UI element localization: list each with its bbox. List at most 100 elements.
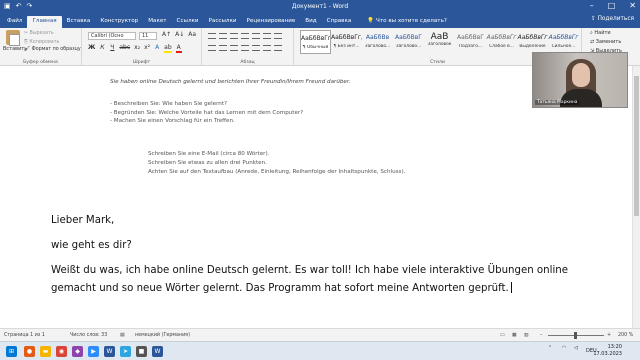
letter-question: wie geht es dir? [51, 240, 132, 251]
window-title: Документ1 - Word [291, 3, 349, 10]
tab-review[interactable]: Рецензирование [242, 16, 301, 28]
justify-icon[interactable] [241, 45, 249, 51]
text-effects-icon[interactable]: A [154, 44, 160, 53]
tab-references[interactable]: Ссылки [172, 16, 204, 28]
shrink-font-icon[interactable]: A↓ [175, 31, 184, 38]
task-points: - Beschreiben Sie: Wie haben Sie gelernt… [110, 100, 303, 126]
font-name-select[interactable]: Calibri (Осно [88, 32, 136, 40]
tab-mailings[interactable]: Рассылки [204, 16, 242, 28]
line-spacing-icon[interactable] [252, 45, 260, 51]
style-subtitle[interactable]: АаБбВвГ Подзаго... [455, 30, 486, 54]
web-layout-icon[interactable]: ▥ [524, 333, 529, 338]
person-body [560, 89, 602, 107]
decrease-indent-icon[interactable] [241, 33, 249, 39]
style-heading-1[interactable]: АаБбВв Заголово... [362, 30, 393, 54]
italic-icon[interactable]: К [99, 44, 105, 53]
align-center-icon[interactable] [219, 45, 227, 51]
volume-icon[interactable]: ◁ [574, 345, 578, 351]
zoom-in-icon[interactable]: + [607, 333, 611, 338]
minimize-button[interactable]: – [590, 1, 594, 10]
style-emphasis[interactable]: АаБбВвГг Выделение [517, 30, 548, 54]
align-right-icon[interactable] [230, 45, 238, 51]
tab-view[interactable]: Вид [300, 16, 321, 28]
tab-home[interactable]: Главная [27, 16, 62, 28]
grow-font-icon[interactable]: A↑ [162, 31, 171, 38]
video-call-icon[interactable]: ▶ [88, 346, 99, 357]
align-left-icon[interactable] [208, 45, 216, 51]
paste-button[interactable]: Вставить [3, 30, 27, 52]
start-icon[interactable]: ⊞ [6, 346, 17, 357]
status-bar: Страница 1 из 1 Число слов: 33 ▤ немецки… [0, 328, 640, 341]
tray-chevron-icon[interactable]: ⌃ [548, 345, 552, 351]
maximize-button[interactable]: □ [608, 1, 616, 10]
clipboard-group-label: Буфер обмена [23, 60, 58, 65]
style-title[interactable]: АаВ Заголовок [424, 30, 455, 54]
show-marks-icon[interactable] [274, 33, 282, 39]
bold-icon[interactable]: Ж [88, 44, 95, 53]
word-icon[interactable]: W [152, 346, 163, 357]
vertical-scrollbar[interactable] [632, 66, 640, 328]
paragraph-group: Абзац [202, 28, 294, 66]
network-icon[interactable]: ◠ [562, 345, 566, 351]
cut-button[interactable]: ✂ Вырезать [24, 31, 54, 36]
style-normal[interactable]: АаБбВвГг, ¶ Обычный [300, 30, 331, 54]
format-painter-button[interactable]: 🖌 Формат по образцу [24, 47, 81, 52]
tab-design[interactable]: Конструктор [95, 16, 143, 28]
ribbon-tabs: Файл Главная Вставка Конструктор Макет С… [0, 14, 640, 28]
style-no-spacing[interactable]: АаБбВвГг, ¶ Без инт... [331, 30, 362, 54]
instruction-line: Achten Sie auf den Textaufbau (Anrede, E… [148, 169, 406, 175]
app-icon[interactable]: ◆ [72, 346, 83, 357]
font-size-select[interactable]: 11 [139, 32, 157, 40]
close-button[interactable]: ✕ [629, 1, 636, 10]
zoom-slider-knob[interactable] [574, 332, 577, 339]
scrollbar-thumb[interactable] [634, 76, 639, 216]
browser-icon[interactable]: ◉ [56, 346, 67, 357]
highlight-icon[interactable]: ab [164, 44, 172, 53]
language-indicator[interactable]: немецкий (Германия) [135, 333, 190, 338]
increase-indent-icon[interactable] [252, 33, 260, 39]
tab-file[interactable]: Файл [2, 16, 27, 28]
proofing-icon[interactable]: ▤ [120, 333, 125, 338]
style-subtle-emphasis[interactable]: АаБбВвГг Слабое в... [486, 30, 517, 54]
zoom-out-icon[interactable]: – [540, 333, 542, 338]
instruction-line: Schreiben Sie eine E-Mail (circa 80 Wört… [148, 151, 270, 157]
letter-paragraph-line-last: gemacht und so neue Wörter gelernt. Das … [51, 282, 512, 294]
font-color-icon[interactable]: A [175, 44, 182, 53]
strikethrough-icon[interactable]: abc [119, 44, 130, 53]
replace-button[interactable]: ⇄ Заменить [590, 39, 621, 45]
subscript-icon[interactable]: x₂ [134, 44, 140, 53]
style-intense-emphasis[interactable]: АаБбВвГг Сильное... [548, 30, 579, 54]
page-count[interactable]: Страница 1 из 1 [4, 333, 45, 338]
change-case-icon[interactable]: Aa [188, 31, 196, 38]
app-icon[interactable]: ● [24, 346, 35, 357]
superscript-icon[interactable]: x² [144, 44, 150, 53]
telegram-icon[interactable]: ➤ [120, 346, 131, 357]
tab-help[interactable]: Справка [322, 16, 357, 28]
explorer-icon[interactable]: ▬ [40, 346, 51, 357]
bullets-icon[interactable] [208, 33, 216, 39]
tab-insert[interactable]: Вставка [62, 16, 96, 28]
style-heading-2[interactable]: АаБбВвГ Заголово... [393, 30, 424, 54]
share-button[interactable]: ⇪ Поделиться [591, 16, 634, 22]
borders-icon[interactable] [274, 45, 282, 51]
word-count[interactable]: Число слов: 33 [70, 333, 107, 338]
tab-layout[interactable]: Макет [143, 16, 171, 28]
shading-icon[interactable] [263, 45, 271, 51]
zoom-level[interactable]: 200 % [618, 333, 633, 338]
tell-me-search[interactable]: 💡 Что вы хотите сделать? [362, 16, 452, 28]
sort-icon[interactable] [263, 33, 271, 39]
word-icon[interactable]: W [104, 346, 115, 357]
numbering-icon[interactable] [219, 33, 227, 39]
task-instructions: Schreiben Sie eine E-Mail (circa 80 Wört… [148, 150, 405, 177]
window-controls: – □ ✕ [590, 1, 636, 10]
paragraph-group-label: Абзац [240, 60, 255, 65]
app-icon[interactable]: ■ [136, 346, 147, 357]
multilevel-list-icon[interactable] [230, 33, 238, 39]
title-bar: ▣ ↶ ↷ Документ1 - Word – □ ✕ [0, 0, 640, 14]
underline-icon[interactable]: Ч [109, 44, 115, 53]
read-mode-icon[interactable]: ▭ [500, 333, 505, 338]
find-button[interactable]: ⌕ Найти [590, 30, 611, 36]
clock[interactable]: 13:20 17.03.2023 [593, 344, 622, 358]
print-layout-icon[interactable]: ▦ [512, 333, 517, 338]
copy-button[interactable]: ⎘ Копировать [24, 39, 59, 45]
